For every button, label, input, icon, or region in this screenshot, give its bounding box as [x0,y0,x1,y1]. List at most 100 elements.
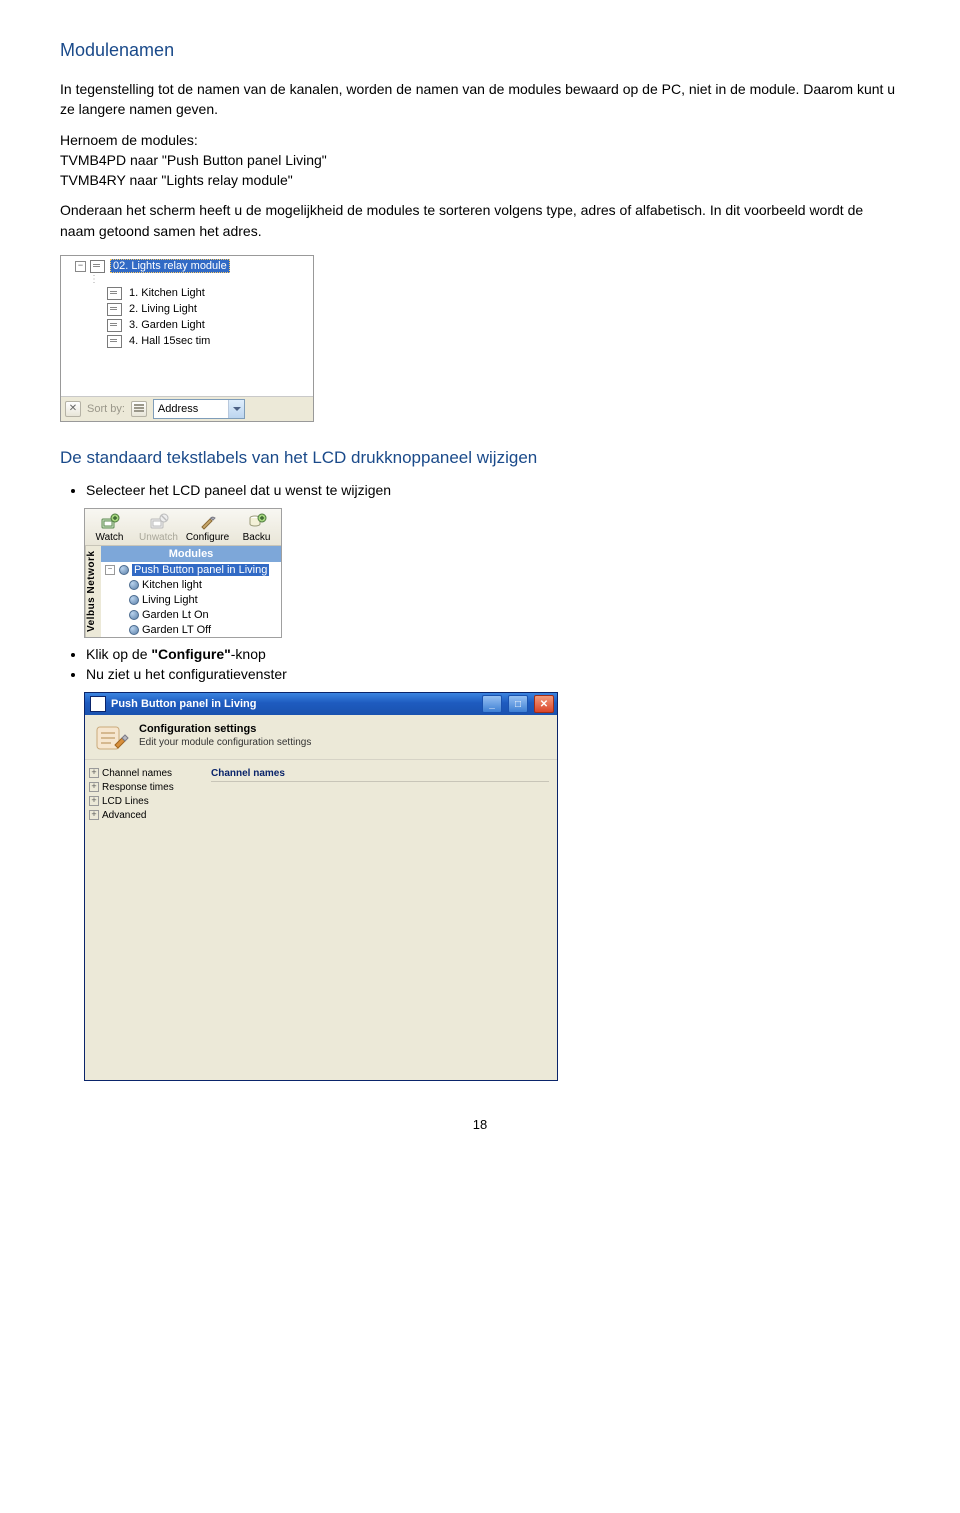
bullet-list-2: Klik op de "Configure"-knop Nu ziet u he… [86,646,900,682]
expand-icon[interactable]: + [89,782,99,792]
p2-line1: Hernoem de modules: [60,132,198,148]
tree-root-row[interactable]: − Push Button panel in Living [101,562,281,577]
sort-label: Sort by: [87,403,125,415]
nav-item-response-times[interactable]: + Response times [89,780,199,794]
tree-root-label: 02. Lights relay module [110,259,230,273]
channel-icon [107,303,122,316]
channel-ball-icon [129,610,139,620]
bullet-click-configure: Klik op de "Configure"-knop [86,646,900,662]
collapse-icon[interactable]: − [105,565,115,575]
tree-connector: ⋮ [89,274,309,285]
tree-child-row[interactable]: 1. Kitchen Light [107,285,309,301]
bullet-list-1: Selecteer het LCD paneel dat u wenst te … [86,482,900,498]
sort-combo[interactable]: Address [153,399,245,419]
module-icon [90,260,105,273]
p2-line2: TVMB4PD naar "Push Button panel Living" [60,152,327,168]
bullet-select-panel: Selecteer het LCD paneel dat u wenst te … [86,482,900,498]
screenshot-config-window: Push Button panel in Living _ □ ✕ Config… [84,692,558,1081]
tree-child-row[interactable]: Living Light [101,592,281,607]
watch-label: Watch [96,532,124,543]
chevron-down-icon[interactable] [228,400,244,418]
tree-child-row[interactable]: Garden Lt On [101,607,281,622]
config-body: + Channel names + Response times + LCD L… [85,760,557,1080]
page-number: 18 [60,1117,900,1132]
watch-button[interactable]: Watch [85,509,134,545]
config-header: Configuration settings Edit your module … [85,715,557,760]
tree-child-label: 2. Living Light [127,303,199,315]
window-title: Push Button panel in Living [111,698,476,710]
section2-title: De standaard tekstlabels van het LCD dru… [60,448,900,468]
screenshot-toolbar-modules: Watch Unwatch Configure Backu Velbus Net… [84,508,282,638]
close-button[interactable]: ✕ [534,695,554,713]
unwatch-icon [148,512,170,532]
side-tab[interactable]: Velbus Network [85,546,101,637]
nav-item-channel-names[interactable]: + Channel names [89,766,199,780]
nav-item-advanced[interactable]: + Advanced [89,808,199,822]
bullet-see-window: Nu ziet u het configuratievenster [86,666,900,682]
channel-ball-icon [129,580,139,590]
channel-icon [107,287,122,300]
config-header-icon [95,723,129,753]
section1-title: Modulenamen [60,40,900,61]
p2-line3: TVMB4RY naar "Lights relay module" [60,172,293,188]
configure-bold: "Configure" [151,646,230,662]
tree-child-row[interactable]: 2. Living Light [107,301,309,317]
unwatch-button: Unwatch [134,509,183,545]
expand-icon[interactable]: + [89,768,99,778]
config-subheading: Edit your module configuration settings [139,737,311,748]
tree-root-label: Push Button panel in Living [132,564,269,576]
tree-child-row[interactable]: 3. Garden Light [107,317,309,333]
maximize-button[interactable]: □ [508,695,528,713]
nav-label: LCD Lines [102,796,149,807]
channel-icon [107,319,122,332]
configure-button[interactable]: Configure [183,509,232,545]
tree-child-label: Garden LT Off [142,624,211,636]
backup-button[interactable]: Backu [232,509,281,545]
tree-child-label: 4. Hall 15sec tim [127,335,212,347]
config-nav: + Channel names + Response times + LCD L… [85,760,203,1080]
window-app-icon [90,696,106,712]
module-ball-icon [119,565,129,575]
tree-child-label: Kitchen light [142,579,202,591]
channel-ball-icon [129,625,139,635]
channel-icon [107,335,122,348]
channel-ball-icon [129,595,139,605]
backup-icon [246,512,268,532]
section1-p2: Hernoem de modules: TVMB4PD naar "Push B… [60,130,900,191]
unwatch-label: Unwatch [139,532,178,543]
watch-icon [99,512,121,532]
modules-header: Modules [101,546,281,562]
nav-item-lcd-lines[interactable]: + LCD Lines [89,794,199,808]
section1-p1: In tegenstelling tot de namen van de kan… [60,79,900,120]
tree-root-row[interactable]: − 02. Lights relay module [75,258,309,274]
config-heading: Configuration settings [139,723,311,735]
window-titlebar[interactable]: Push Button panel in Living _ □ ✕ [85,693,557,715]
config-panel: Channel names [203,760,557,1080]
configure-label: Configure [186,532,229,543]
screenshot-tree-sort: − 02. Lights relay module ⋮ 1. Kitchen L… [60,255,314,422]
tree-child-row[interactable]: Garden LT Off [101,622,281,637]
tree-child-row[interactable]: Kitchen light [101,577,281,592]
nav-label: Channel names [102,768,172,779]
backup-label: Backu [243,532,271,543]
tree-child-label: Garden Lt On [142,609,209,621]
collapse-icon[interactable]: − [75,261,86,272]
tree-child-label: 1. Kitchen Light [127,287,207,299]
panel-group-title: Channel names [211,766,549,782]
close-panel-icon[interactable]: ✕ [65,401,81,417]
tree-child-label: 3. Garden Light [127,319,207,331]
nav-label: Response times [102,782,174,793]
nav-label: Advanced [102,810,146,821]
expand-icon[interactable]: + [89,810,99,820]
sort-combo-value: Address [154,403,228,415]
configure-icon [197,512,219,532]
tree-child-row[interactable]: 4. Hall 15sec tim [107,333,309,349]
minimize-button[interactable]: _ [482,695,502,713]
expand-icon[interactable]: + [89,796,99,806]
modules-tree: Modules − Push Button panel in Living Ki… [101,546,281,637]
toolbar: Watch Unwatch Configure Backu [85,509,281,546]
tree-child-label: Living Light [142,594,198,606]
sort-bar: ✕ Sort by: Address [61,396,313,421]
tree-area: − 02. Lights relay module ⋮ 1. Kitchen L… [61,256,313,396]
sort-mode-icon[interactable] [131,401,147,417]
